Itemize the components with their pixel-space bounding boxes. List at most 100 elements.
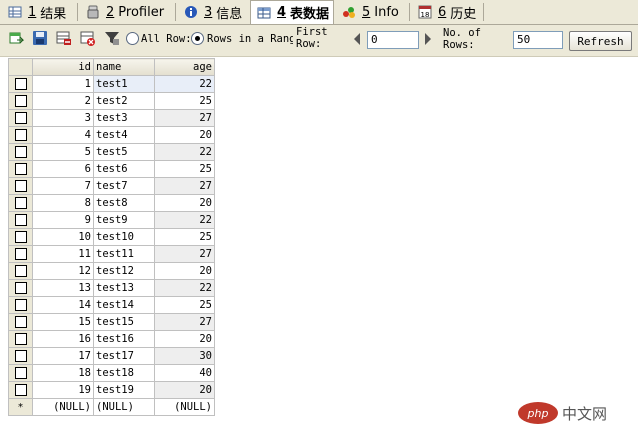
grid-cell-name[interactable]: (NULL) (93, 398, 155, 416)
grid-cell-name[interactable]: test2 (93, 92, 155, 110)
table-row[interactable]: 19 test19 20 (8, 381, 215, 399)
grid-cell-age[interactable]: 25 (154, 296, 215, 314)
table-row[interactable]: 1 test1 22 (8, 75, 215, 93)
grid-cell-id[interactable]: (NULL) (32, 398, 94, 416)
grid-cell-id[interactable]: 6 (32, 160, 94, 178)
grid-cell-id[interactable]: 18 (32, 364, 94, 382)
row-checkbox[interactable] (14, 265, 27, 277)
table-row[interactable]: 8 test8 20 (8, 194, 215, 212)
row-checkbox[interactable] (14, 282, 27, 294)
table-row[interactable]: 7 test7 27 (8, 177, 215, 195)
grid-cell-id[interactable]: 7 (32, 177, 94, 195)
grid-cell-name[interactable]: test5 (93, 143, 155, 161)
tab-table-data[interactable]: 4 表数据 (250, 0, 334, 24)
filter-icon[interactable] (104, 30, 120, 46)
table-row[interactable]: 4 test4 20 (8, 126, 215, 144)
grid-cell-name[interactable]: test17 (93, 347, 155, 365)
grid-cell-id[interactable]: 3 (32, 109, 94, 127)
row-checkbox[interactable] (14, 333, 27, 345)
grid-cell-age[interactable]: (NULL) (154, 398, 215, 416)
grid-cell-name[interactable]: test7 (93, 177, 155, 195)
grid-cell-id[interactable]: 5 (32, 143, 94, 161)
grid-cell-name[interactable]: test11 (93, 245, 155, 263)
row-checkbox[interactable] (14, 180, 27, 192)
grid-cell-name[interactable]: test10 (93, 228, 155, 246)
grid-cell-name[interactable]: test15 (93, 313, 155, 331)
table-row[interactable]: 17 test17 30 (8, 347, 215, 365)
table-row[interactable]: 6 test6 25 (8, 160, 215, 178)
previous-page-icon[interactable] (354, 33, 360, 45)
grid-cell-age[interactable]: 27 (154, 313, 215, 331)
table-row[interactable]: 13 test13 22 (8, 279, 215, 297)
grid-cell-age[interactable]: 20 (154, 126, 215, 144)
row-checkbox[interactable] (14, 350, 27, 362)
table-row[interactable]: 18 test18 40 (8, 364, 215, 382)
row-checkbox[interactable] (14, 248, 27, 260)
grid-cell-id[interactable]: 9 (32, 211, 94, 229)
row-checkbox[interactable] (14, 367, 27, 379)
grid-cell-id[interactable]: 12 (32, 262, 94, 280)
grid-cell-id[interactable]: 15 (32, 313, 94, 331)
grid-cell-age[interactable]: 25 (154, 160, 215, 178)
row-checkbox[interactable] (14, 316, 27, 328)
new-row[interactable]: * (NULL) (NULL) (NULL) (8, 398, 215, 416)
grid-cell-name[interactable]: test13 (93, 279, 155, 297)
rows-in-range-radio[interactable] (191, 32, 204, 45)
grid-cell-id[interactable]: 16 (32, 330, 94, 348)
grid-cell-age[interactable]: 20 (154, 262, 215, 280)
row-checkbox[interactable] (14, 78, 27, 90)
tab-profiler[interactable]: 2 Profiler (80, 1, 174, 23)
grid-cell-name[interactable]: test12 (93, 262, 155, 280)
grid-cell-age[interactable]: 27 (154, 177, 215, 195)
grid-cell-age[interactable]: 22 (154, 143, 215, 161)
grid-cell-id[interactable]: 1 (32, 75, 94, 93)
grid-cell-name[interactable]: test6 (93, 160, 155, 178)
first-row-input[interactable]: 0 (367, 31, 419, 49)
grid-cell-age[interactable]: 20 (154, 381, 215, 399)
grid-cell-age[interactable]: 20 (154, 194, 215, 212)
grid-cell-age[interactable]: 25 (154, 228, 215, 246)
grid-cell-name[interactable]: test4 (93, 126, 155, 144)
grid-cell-name[interactable]: test9 (93, 211, 155, 229)
table-row[interactable]: 16 test16 20 (8, 330, 215, 348)
row-checkbox[interactable] (14, 214, 27, 226)
grid-cell-id[interactable]: 19 (32, 381, 94, 399)
row-checkbox[interactable] (14, 129, 27, 141)
row-checkbox[interactable] (14, 231, 27, 243)
grid-cell-name[interactable]: test19 (93, 381, 155, 399)
grid-cell-age[interactable]: 22 (154, 211, 215, 229)
row-checkbox[interactable] (14, 112, 27, 124)
column-header-name[interactable]: name (93, 58, 155, 76)
grid-cell-name[interactable]: test1 (93, 75, 155, 93)
row-checkbox[interactable] (14, 299, 27, 311)
no-of-rows-input[interactable]: 50 (513, 31, 563, 49)
table-row[interactable]: 15 test15 27 (8, 313, 215, 331)
grid-cell-id[interactable]: 13 (32, 279, 94, 297)
grid-cell-id[interactable]: 10 (32, 228, 94, 246)
cancel-icon[interactable] (80, 30, 96, 46)
row-checkbox[interactable] (14, 95, 27, 107)
grid-cell-name[interactable]: test16 (93, 330, 155, 348)
table-row[interactable]: 14 test14 25 (8, 296, 215, 314)
table-row[interactable]: 5 test5 22 (8, 143, 215, 161)
grid-cell-age[interactable]: 22 (154, 279, 215, 297)
tab-info[interactable]: 5 Info (336, 1, 408, 23)
grid-cell-id[interactable]: 4 (32, 126, 94, 144)
grid-cell-age[interactable]: 30 (154, 347, 215, 365)
row-checkbox[interactable] (14, 384, 27, 396)
table-row[interactable]: 3 test3 27 (8, 109, 215, 127)
grid-cell-id[interactable]: 2 (32, 92, 94, 110)
delete-row-icon[interactable] (56, 30, 72, 46)
grid-cell-id[interactable]: 11 (32, 245, 94, 263)
tab-history[interactable]: 18 6 历史 (412, 1, 482, 23)
row-checkbox[interactable] (14, 197, 27, 209)
column-header-id[interactable]: id (32, 58, 94, 76)
grid-cell-age[interactable]: 22 (154, 75, 215, 93)
grid-cell-id[interactable]: 14 (32, 296, 94, 314)
table-row[interactable]: 9 test9 22 (8, 211, 215, 229)
all-rows-radio[interactable] (126, 32, 139, 45)
tab-messages[interactable]: 3 信息 (178, 1, 248, 23)
grid-cell-age[interactable]: 40 (154, 364, 215, 382)
table-row[interactable]: 10 test10 25 (8, 228, 215, 246)
row-checkbox[interactable] (14, 163, 27, 175)
